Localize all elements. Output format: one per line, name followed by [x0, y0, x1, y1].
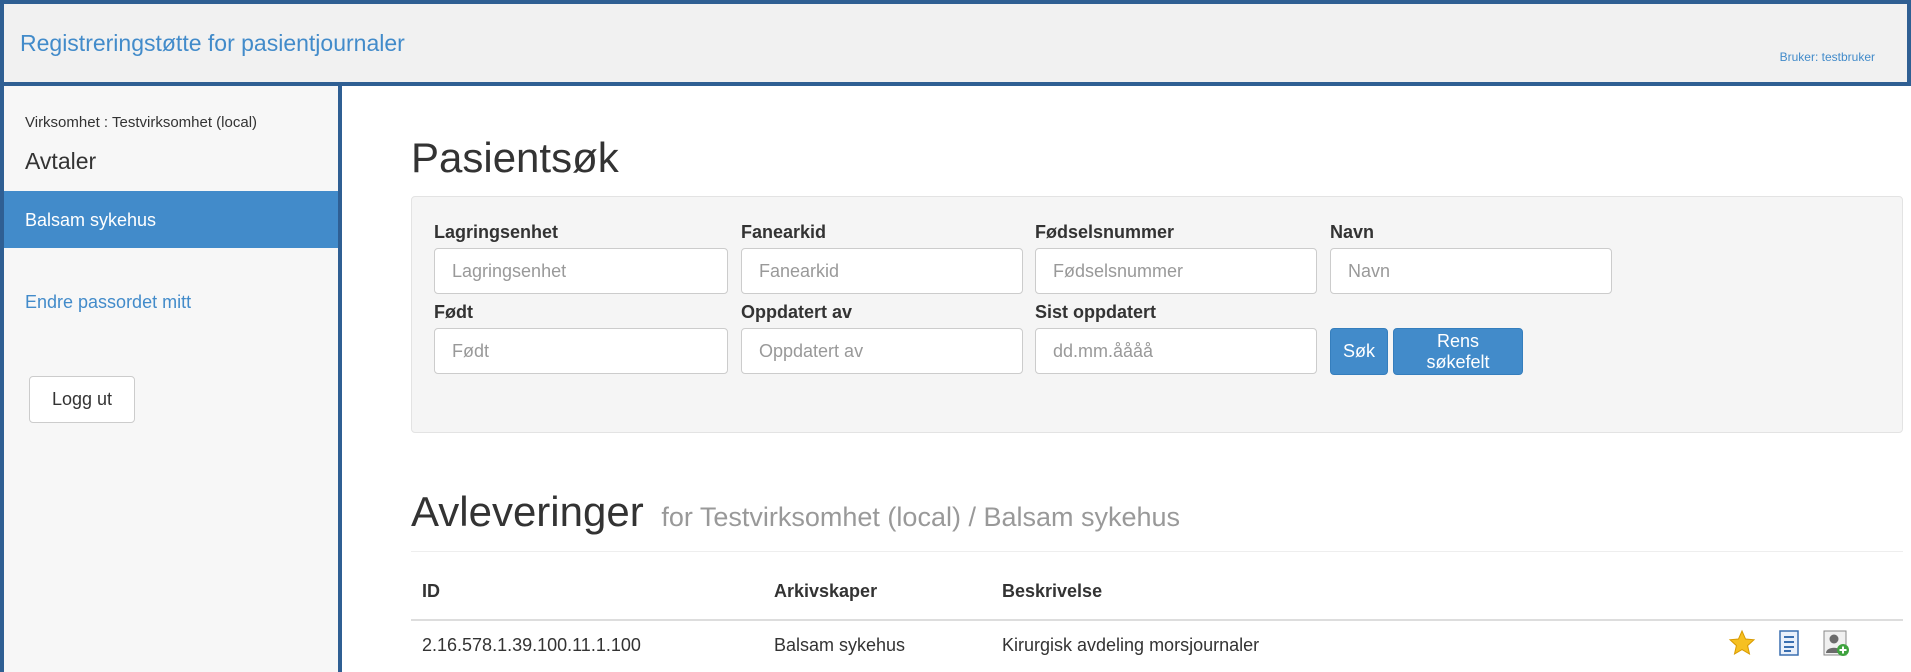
lagringsenhet-input[interactable]	[434, 248, 728, 294]
oppdatert-av-label: Oppdatert av	[741, 302, 853, 322]
search-button[interactable]: Søk	[1330, 328, 1388, 375]
app-title[interactable]: Registreringstøtte for pasientjournaler	[20, 30, 405, 57]
table-header-divider	[411, 619, 1903, 621]
logout-button[interactable]: Logg ut	[29, 376, 135, 423]
fodselsnummer-label: Fødselsnummer	[1035, 222, 1175, 242]
section-divider	[411, 551, 1903, 552]
row-id: 2.16.578.1.39.100.11.1.100	[422, 635, 641, 655]
fodselsnummer-input[interactable]	[1035, 248, 1317, 294]
deliveries-heading: Avleveringer	[411, 488, 644, 535]
change-password-link[interactable]: Endre passordet mitt	[25, 292, 191, 313]
fanearkid-input[interactable]	[741, 248, 1023, 294]
sidebar: Virksomhet : Testvirksomhet (local) Avta…	[0, 86, 342, 672]
sist-oppdatert-label: Sist oppdatert	[1035, 302, 1157, 322]
column-header-arkivskaper: Arkivskaper	[774, 581, 878, 601]
sidebar-item-balsam-sykehus[interactable]: Balsam sykehus	[4, 191, 338, 248]
navn-input[interactable]	[1330, 248, 1612, 294]
user-label: Bruker: testbruker	[1779, 50, 1875, 64]
sidebar-heading: Avtaler	[25, 148, 97, 174]
fodt-label: Født	[434, 302, 473, 322]
deliveries-title: Avleveringer for Testvirksomhet (local) …	[411, 488, 1180, 536]
organization-label: Virksomhet : Testvirksomhet (local)	[25, 114, 258, 131]
column-header-beskrivelse: Beskrivelse	[1002, 581, 1103, 601]
oppdatert-av-input[interactable]	[741, 328, 1023, 374]
clear-search-button[interactable]: Rens søkefelt	[1393, 328, 1523, 375]
fanearkid-label: Fanearkid	[741, 222, 827, 242]
page-title: Pasientsøk	[411, 134, 619, 181]
main-content: Pasientsøk Lagringsenhet Fanearkid Fødse…	[342, 86, 1911, 672]
row-arkivskaper: Balsam sykehus	[774, 635, 906, 655]
column-header-id: ID	[422, 581, 440, 601]
fodt-input[interactable]	[434, 328, 728, 374]
app-header: Registreringstøtte for pasientjournaler …	[0, 0, 1911, 86]
navn-label: Navn	[1330, 222, 1375, 242]
row-beskrivelse: Kirurgisk avdeling morsjournaler	[1002, 635, 1260, 655]
add-user-icon[interactable]	[1822, 629, 1850, 657]
sist-oppdatert-input[interactable]	[1035, 328, 1317, 374]
star-icon[interactable]	[1728, 629, 1756, 657]
lagringsenhet-label: Lagringsenhet	[434, 222, 559, 242]
deliveries-subtitle: for Testvirksomhet (local) / Balsam syke…	[661, 502, 1181, 532]
search-panel: Lagringsenhet Fanearkid Fødselsnummer Na…	[411, 196, 1903, 433]
document-icon[interactable]	[1775, 629, 1803, 657]
